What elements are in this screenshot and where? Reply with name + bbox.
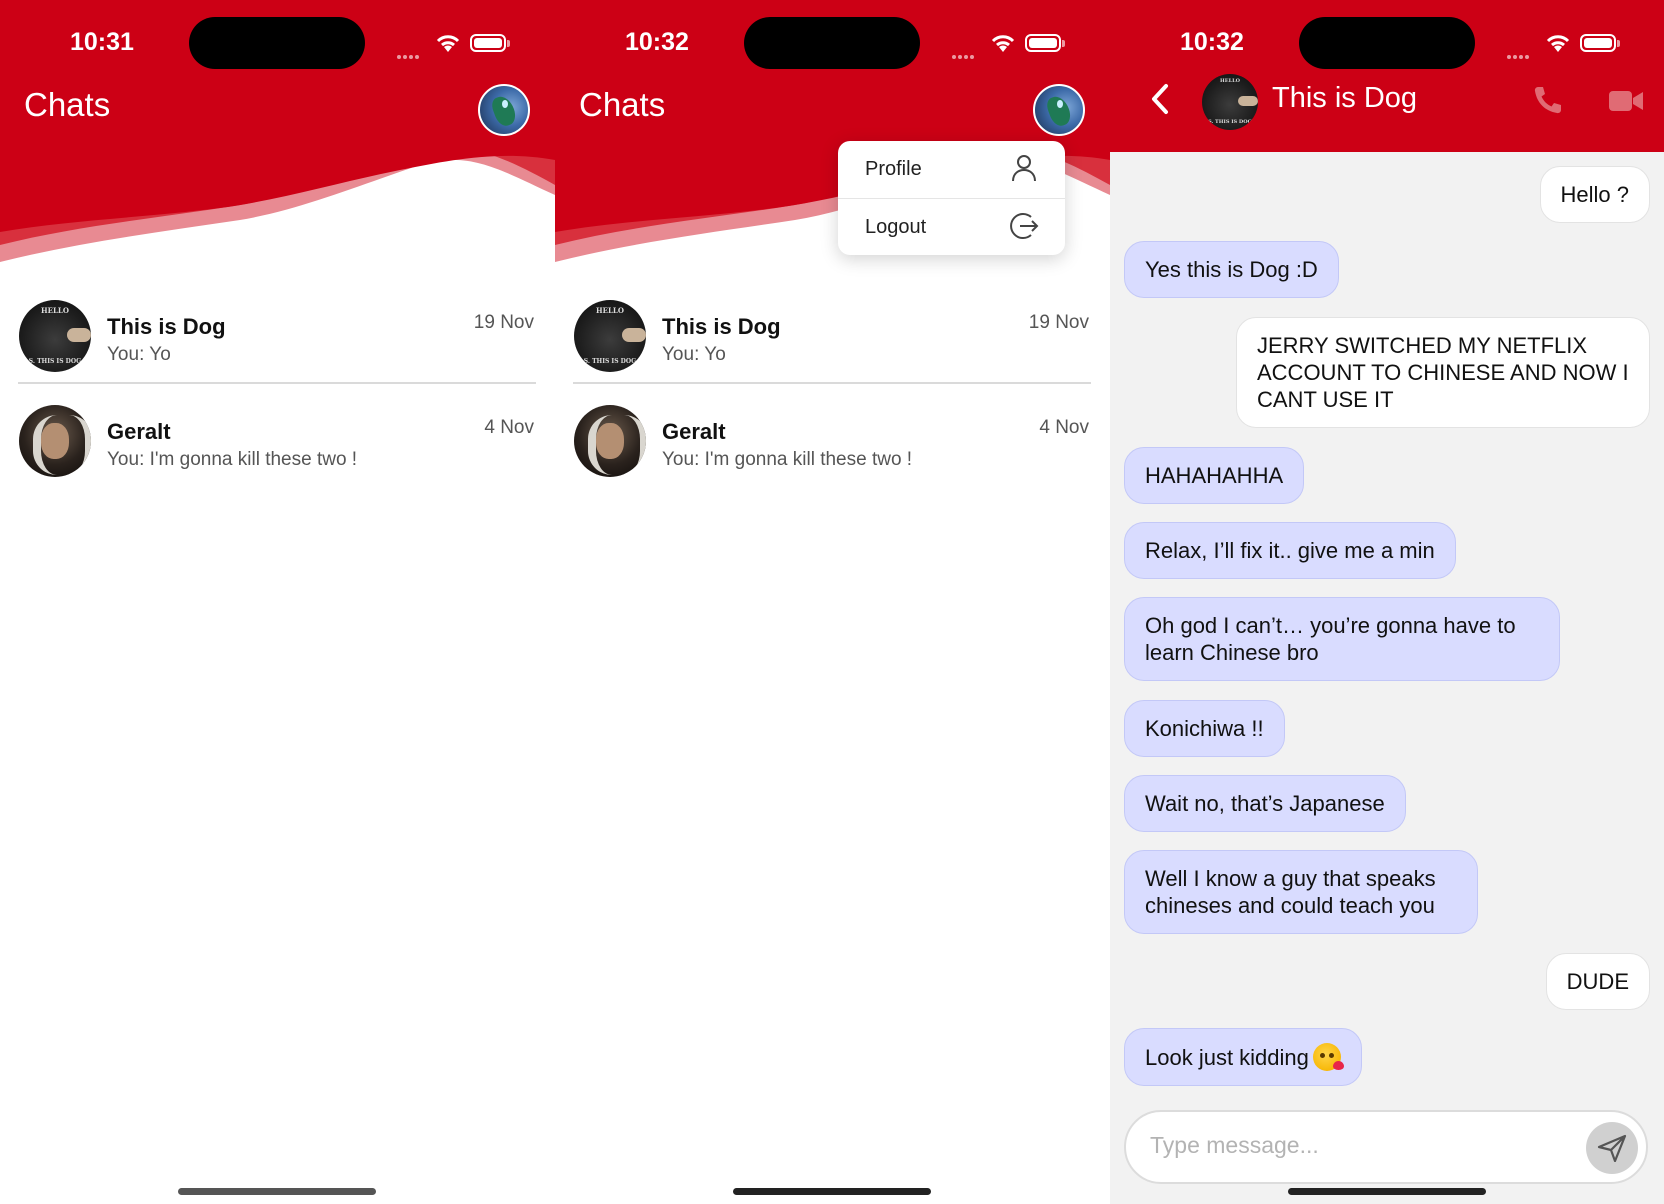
message-bubble-incoming: Look just kidding — [1124, 1028, 1362, 1086]
chat-name: Geralt — [662, 419, 726, 444]
conversation-screen: 10:32 HELLO S. THIS IS DOG This is Dog He… — [1110, 0, 1664, 1204]
logout-icon — [1010, 213, 1039, 239]
chat-preview: You: I'm gonna kill these two ! — [662, 449, 913, 470]
dog-avatar: HELLO S. THIS IS DOG — [574, 300, 646, 372]
chat-preview: You: Yo — [662, 344, 726, 365]
page-title: Chats — [579, 86, 666, 123]
row-divider — [18, 382, 536, 384]
status-bar: 10:31 — [0, 0, 555, 86]
dynamic-island — [189, 17, 365, 69]
battery-icon — [1580, 34, 1620, 52]
message-bubble-outgoing: DUDE — [1545, 953, 1650, 1010]
kissing-face-emoji-icon — [1312, 1043, 1344, 1071]
geralt-avatar — [19, 405, 91, 477]
user-avatar-button[interactable] — [1033, 84, 1085, 136]
chat-list-item[interactable]: HELLO S. THIS IS DOG This is Dog You: Yo … — [18, 300, 536, 400]
row-divider — [573, 382, 1091, 384]
contact-name[interactable]: This is Dog — [1272, 82, 1417, 115]
chat-preview: You: Yo — [107, 344, 171, 365]
signal-icon — [397, 46, 427, 59]
dog-avatar: HELLO S. THIS IS DOG — [19, 300, 91, 372]
signal-icon — [1507, 46, 1537, 59]
message-bubble-incoming: Wait no, that’s Japanese — [1124, 775, 1406, 832]
dynamic-island — [744, 17, 920, 69]
user-icon — [1012, 155, 1036, 182]
chat-date: 19 Nov — [1028, 312, 1089, 333]
account-menu: Profile Logout — [838, 141, 1065, 255]
chats-screen-menu-open: 10:32 Chats Profile Logout HELLO S. THIS … — [555, 0, 1110, 1204]
menu-item-label: Logout — [865, 216, 927, 238]
status-time: 10:32 — [625, 28, 689, 56]
message-bubble-outgoing: JERRY SWITCHED MY NETFLIX ACCOUNT TO CHI… — [1236, 317, 1650, 428]
message-bubble-incoming: Well I know a guy that speaks chineses a… — [1124, 850, 1478, 934]
battery-icon — [1025, 34, 1065, 52]
message-bubble-incoming: Yes this is Dog :D — [1124, 241, 1339, 298]
home-indicator[interactable] — [178, 1188, 376, 1195]
chat-name: This is Dog — [107, 314, 226, 339]
message-bubble-incoming: HAHAHAHHA — [1124, 447, 1305, 504]
signal-icon — [952, 46, 982, 59]
status-bar: 10:32 — [1110, 0, 1664, 86]
send-icon — [1597, 1134, 1627, 1162]
send-button[interactable] — [1586, 1122, 1638, 1174]
message-bubble-incoming: Konichiwa !! — [1124, 700, 1285, 757]
message-composer — [1124, 1110, 1648, 1184]
chats-screen: 10:31 Chats HELLO S. THIS IS DOG This is … — [0, 0, 555, 1204]
chat-date: 4 Nov — [1039, 417, 1089, 438]
chat-date: 19 Nov — [473, 312, 534, 333]
chat-date: 4 Nov — [484, 417, 534, 438]
message-input[interactable] — [1150, 1132, 1550, 1159]
status-bar: 10:32 — [555, 0, 1110, 86]
geralt-avatar — [574, 405, 646, 477]
chat-list-item[interactable]: HELLO S. THIS IS DOG This is Dog You: Yo … — [573, 300, 1091, 400]
video-call-icon[interactable] — [1608, 88, 1644, 114]
chat-list-item[interactable]: Geralt You: I'm gonna kill these two ! 4… — [573, 405, 1091, 505]
message-bubble-incoming: Relax, I’ll fix it.. give me a min — [1124, 522, 1456, 579]
wifi-icon — [1546, 35, 1570, 52]
dynamic-island — [1299, 17, 1475, 69]
status-time: 10:31 — [70, 28, 134, 56]
message-text: Look just kidding — [1145, 1045, 1309, 1070]
page-title: Chats — [24, 86, 111, 123]
battery-icon — [470, 34, 510, 52]
message-bubble-outgoing: Hello ? — [1539, 166, 1650, 223]
phone-call-icon[interactable] — [1532, 84, 1564, 116]
message-bubble-incoming: Oh god I can’t… you’re gonna have to lea… — [1124, 597, 1560, 681]
back-chevron-icon[interactable] — [1148, 82, 1172, 116]
home-indicator[interactable] — [1288, 1188, 1486, 1195]
chat-name: Geralt — [107, 419, 171, 444]
chat-name: This is Dog — [662, 314, 781, 339]
wifi-icon — [991, 35, 1015, 52]
menu-item-label: Profile — [865, 158, 922, 180]
status-time: 10:32 — [1180, 28, 1244, 56]
user-avatar-button[interactable] — [478, 84, 530, 136]
chat-list-item[interactable]: Geralt You: I'm gonna kill these two ! 4… — [18, 405, 536, 505]
menu-item-logout[interactable]: Logout — [838, 199, 1065, 255]
wifi-icon — [436, 35, 460, 52]
home-indicator[interactable] — [733, 1188, 931, 1195]
chat-preview: You: I'm gonna kill these two ! — [107, 449, 358, 470]
menu-item-profile[interactable]: Profile — [838, 141, 1065, 197]
